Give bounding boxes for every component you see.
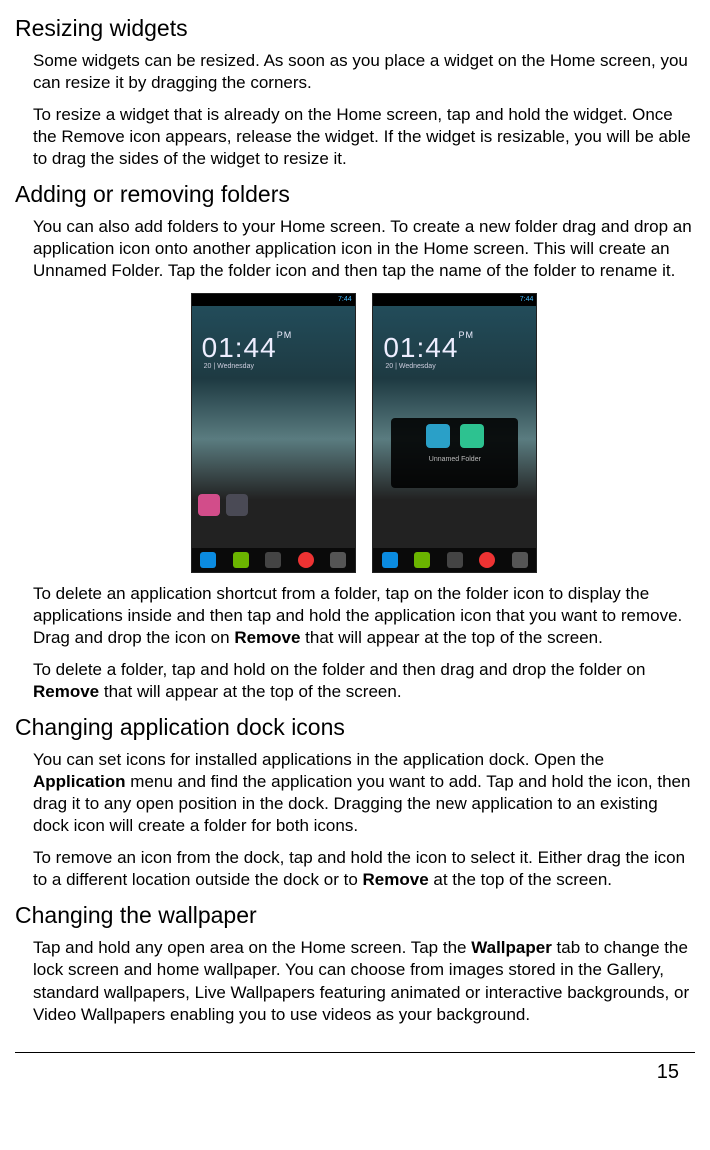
dock-phone-icon xyxy=(200,552,216,568)
heading-resizing-widgets: Resizing widgets xyxy=(15,14,695,44)
screenshot-home-1: 7:44 01:44PM 20 | Wednesday xyxy=(191,293,356,573)
heading-changing-dock-icons: Changing application dock icons xyxy=(15,713,695,743)
folder-popup: Unnamed Folder xyxy=(391,418,518,488)
status-bar: 7:44 xyxy=(192,294,355,306)
dock-camera-icon xyxy=(512,552,528,568)
para-dock-2: To remove an icon from the dock, tap and… xyxy=(33,847,695,891)
clock-date: 20 | Wednesday xyxy=(204,362,254,371)
dock-apps-icon xyxy=(447,552,463,568)
heading-adding-removing-folders: Adding or removing folders xyxy=(15,180,695,210)
dock-bar xyxy=(373,548,536,572)
para-resizing-1: Some widgets can be resized. As soon as … xyxy=(33,50,695,94)
folder-name-label: Unnamed Folder xyxy=(395,455,514,464)
page-number: 15 xyxy=(15,1059,695,1085)
para-dock-1: You can set icons for installed applicat… xyxy=(33,749,695,837)
dock-chrome-icon xyxy=(479,552,495,568)
clock-widget: 01:44PM xyxy=(202,330,293,366)
para-wallpaper-1: Tap and hold any open area on the Home s… xyxy=(33,937,695,1025)
folder-app-icon xyxy=(426,424,450,448)
status-bar: 7:44 xyxy=(373,294,536,306)
dock-messages-icon xyxy=(233,552,249,568)
footer-divider xyxy=(15,1052,695,1053)
heading-changing-wallpaper: Changing the wallpaper xyxy=(15,901,695,931)
dock-messages-icon xyxy=(414,552,430,568)
screenshot-home-2: 7:44 01:44PM 20 | Wednesday Unnamed Fold… xyxy=(372,293,537,573)
app-icon-generic xyxy=(226,494,248,516)
para-resizing-2: To resize a widget that is already on th… xyxy=(33,104,695,170)
app-icon-gallery xyxy=(198,494,220,516)
clock-widget: 01:44PM xyxy=(383,330,474,366)
para-folders-2: To delete an application shortcut from a… xyxy=(33,583,695,649)
clock-date: 20 | Wednesday xyxy=(385,362,435,371)
para-folders-1: You can also add folders to your Home sc… xyxy=(33,216,695,282)
para-folders-3: To delete a folder, tap and hold on the … xyxy=(33,659,695,703)
dock-bar xyxy=(192,548,355,572)
dock-phone-icon xyxy=(382,552,398,568)
dock-chrome-icon xyxy=(298,552,314,568)
dock-camera-icon xyxy=(330,552,346,568)
dock-apps-icon xyxy=(265,552,281,568)
figure-home-screens: 7:44 01:44PM 20 | Wednesday 7:44 01:44PM… xyxy=(33,293,695,573)
folder-app-icon xyxy=(460,424,484,448)
